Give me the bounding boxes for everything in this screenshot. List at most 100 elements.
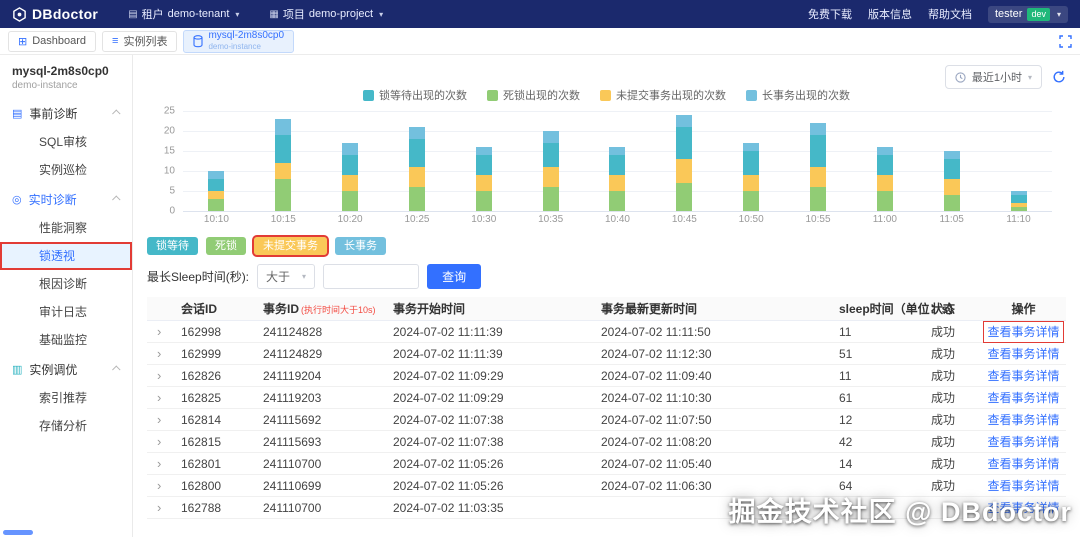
view-transaction-detail-link[interactable]: 查看事务详情 — [987, 435, 1059, 449]
x-tick-label: 10:30 — [471, 214, 497, 225]
expand-row-icon[interactable]: › — [147, 324, 175, 339]
tab-mysql-instance[interactable]: mysql-2m8s0cp0 demo-instance — [183, 29, 295, 53]
sidebar-item-basic-monitoring[interactable]: 基础监控 — [0, 326, 132, 354]
view-transaction-detail-link[interactable]: 查看事务详情 — [987, 347, 1059, 361]
expand-row-icon[interactable]: › — [147, 390, 175, 405]
stacked-bar-10:30[interactable] — [475, 147, 492, 211]
bar-slot — [651, 111, 718, 211]
stacked-bar-10:40[interactable] — [609, 147, 626, 211]
expand-row-icon[interactable]: › — [147, 346, 175, 361]
view-transaction-detail-link[interactable]: 查看事务详情 — [987, 391, 1059, 405]
sidebar-group-pre-diagnosis[interactable]: ▤ 事前诊断 — [0, 98, 132, 128]
sidebar-item-audit-log[interactable]: 审计日志 — [0, 298, 132, 326]
bar-slot — [450, 111, 517, 211]
user-menu[interactable]: tester dev ▾ — [987, 5, 1068, 23]
legend-swatch-icon — [746, 89, 757, 101]
cell-txn-id: 241124829 — [263, 346, 323, 361]
sidebar-group-label: 实时诊断 — [28, 192, 77, 207]
bar-segment — [542, 131, 559, 143]
sidebar-item-index-recommendation[interactable]: 索引推荐 — [0, 384, 132, 412]
navbar-link-help-docs[interactable]: 帮助文档 — [928, 6, 972, 22]
view-transaction-detail-link[interactable]: 查看事务详情 — [987, 501, 1059, 515]
stacked-bar-10:50[interactable] — [743, 143, 760, 211]
cell-update-time: 2024-07-02 11:12:30 — [601, 346, 712, 361]
stacked-bar-10:15[interactable] — [275, 119, 292, 211]
sidebar-item-lock-perspective[interactable]: 锁透视 — [0, 242, 132, 270]
stacked-bar-11:05[interactable] — [943, 151, 960, 211]
legend-item[interactable]: 死锁出现的次数 — [487, 87, 580, 103]
stacked-bar-11:00[interactable] — [876, 147, 893, 211]
cell-action: 查看事务详情 — [981, 389, 1066, 406]
logo[interactable]: DBdoctor — [12, 6, 98, 22]
x-tick-label: 10:20 — [337, 214, 363, 225]
bar-segment — [743, 151, 760, 175]
view-transaction-detail-link[interactable]: 查看事务详情 — [987, 413, 1059, 427]
bar-segment — [943, 179, 960, 195]
sidebar-group-instance-tuning[interactable]: ▥ 实例调优 — [0, 354, 132, 384]
sidebar-item-sql-audit[interactable]: SQL审核 — [0, 128, 132, 156]
cell-session-id: 162788 — [181, 500, 222, 515]
bar-segment — [208, 199, 225, 211]
expand-row-icon[interactable]: › — [147, 478, 175, 493]
expand-row-icon[interactable]: › — [147, 456, 175, 471]
tab-label: Dashboard — [32, 35, 87, 47]
main-content: 最近1小时 ▾ 锁等待出现的次数 死锁出现的次数 未提交事务出现的次数 长事务出现的次… — [133, 55, 1080, 537]
stacked-bar-10:35[interactable] — [542, 131, 559, 211]
refresh-icon[interactable] — [1052, 70, 1066, 84]
cell-action: 查看事务详情 — [981, 345, 1066, 362]
stacked-bar-10:25[interactable] — [408, 127, 425, 211]
view-transaction-detail-link[interactable]: 查看事务详情 — [987, 457, 1059, 471]
search-button[interactable]: 查询 — [427, 264, 482, 290]
header-txn-id: 事务ID (执行时间大于10s) — [257, 300, 387, 317]
cell-action: 查看事务详情 — [981, 455, 1066, 472]
logo-text: DBdoctor — [32, 6, 99, 22]
chart-bars — [183, 111, 1052, 211]
bar-slot — [250, 111, 317, 211]
tab-instance-list[interactable]: ≡ 实例列表 — [102, 30, 178, 52]
stacked-bar-10:55[interactable] — [810, 123, 827, 211]
expand-row-icon[interactable]: › — [147, 368, 175, 383]
legend-item[interactable]: 锁等待出现的次数 — [363, 87, 467, 103]
sidebar-item-performance-insight[interactable]: 性能洞察 — [0, 214, 132, 242]
x-tick-label: 10:45 — [671, 214, 697, 225]
expand-row-icon[interactable]: › — [147, 412, 175, 427]
sidebar-item-storage-analysis[interactable]: 存储分析 — [0, 412, 132, 440]
pre-diagnosis-icon: ▤ — [12, 107, 23, 120]
view-transaction-detail-link[interactable]: 查看事务详情 — [983, 321, 1064, 344]
time-range-select[interactable]: 最近1小时 ▾ — [944, 65, 1042, 89]
stacked-bar-10:20[interactable] — [342, 143, 359, 211]
cell-status: 成功 — [931, 479, 956, 494]
app-root: DBdoctor ▤ 租户 demo-tenant ▾ ▦ 项目 demo-pr… — [0, 0, 1080, 537]
legend-label: 死锁出现的次数 — [503, 90, 580, 102]
stacked-bar-10:10[interactable] — [208, 171, 225, 211]
expand-row-icon[interactable]: › — [147, 500, 175, 515]
legend-item[interactable]: 长事务出现的次数 — [746, 87, 850, 103]
project-selector[interactable]: ▦ 项目 demo-project ▾ — [269, 6, 383, 22]
view-transaction-detail-link[interactable]: 查看事务详情 — [987, 369, 1059, 383]
bar-segment — [943, 151, 960, 159]
stacked-bar-11:10[interactable] — [1010, 191, 1027, 211]
filter-chip-uncommitted-transaction[interactable]: 未提交事务 — [252, 234, 329, 258]
view-transaction-detail-link[interactable]: 查看事务详情 — [987, 479, 1059, 493]
tenant-selector[interactable]: ▤ 租户 demo-tenant ▾ — [128, 6, 239, 22]
legend-item[interactable]: 未提交事务出现的次数 — [600, 87, 726, 103]
filter-chip-deadlock[interactable]: 死锁 — [206, 237, 246, 256]
sidebar-item-instance-inspection[interactable]: 实例巡检 — [0, 156, 132, 184]
sidebar-group-realtime-diagnosis[interactable]: ◎ 实时诊断 — [0, 184, 132, 214]
expand-row-icon[interactable]: › — [147, 434, 175, 449]
filter-chip-long-transaction[interactable]: 长事务 — [335, 237, 386, 256]
tab-dashboard[interactable]: ⊞ Dashboard — [8, 30, 97, 52]
operator-select[interactable]: 大于 ▾ — [257, 264, 316, 290]
navbar-link-version-info[interactable]: 版本信息 — [868, 6, 912, 22]
bar-segment — [208, 171, 225, 179]
sidebar-item-root-cause-diagnosis[interactable]: 根因诊断 — [0, 270, 132, 298]
legend-swatch-icon — [600, 89, 611, 101]
sleep-threshold-input[interactable] — [323, 264, 420, 290]
stacked-bar-10:45[interactable] — [676, 115, 693, 211]
horizontal-scrollbar-thumb[interactable] — [3, 530, 33, 535]
bar-segment — [743, 175, 760, 191]
navbar-link-free-download[interactable]: 免费下载 — [808, 6, 852, 22]
fullscreen-icon[interactable] — [1059, 34, 1072, 48]
filter-chip-lock-wait[interactable]: 锁等待 — [147, 237, 198, 256]
instance-tuning-icon: ▥ — [12, 363, 23, 376]
